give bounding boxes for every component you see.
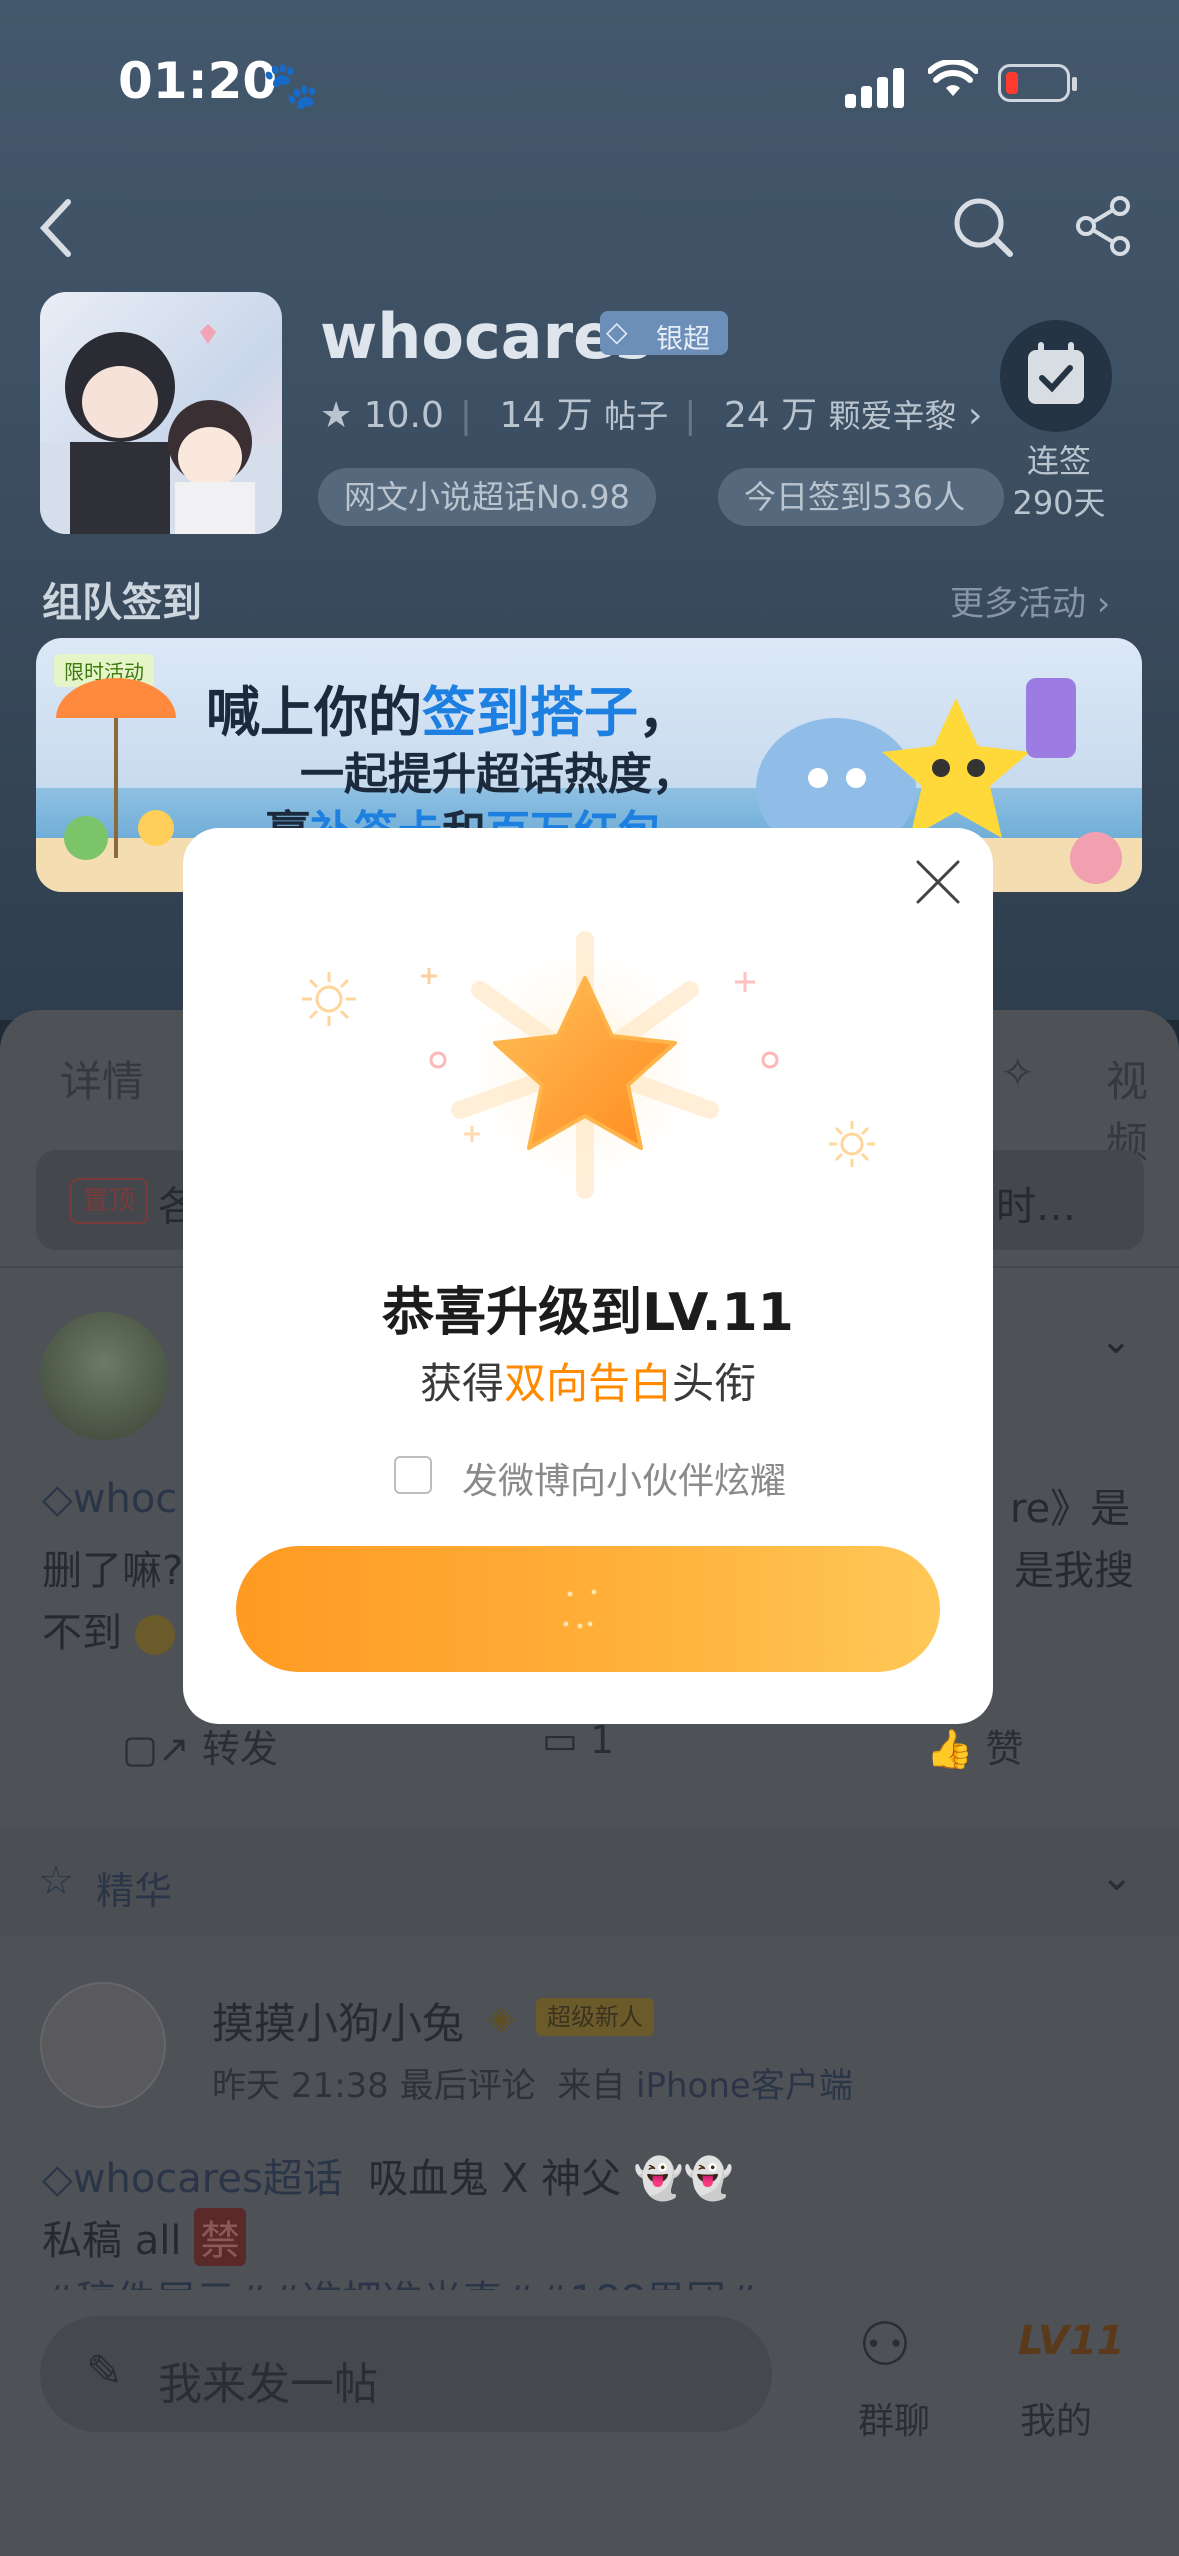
level-badge: ◇ 银超 [600,311,728,355]
user-badge: 超级新人 [536,1998,654,2036]
post-text-2-left: 删了嘛? [42,1548,184,1594]
mine-label[interactable]: 我的 [1020,2392,1092,2444]
paw-icon: 🐾 [262,58,320,112]
diamond-icon: ◇ [606,315,628,348]
post-text-1-right: re》是 [1010,1486,1131,1532]
sparkle-icon [826,1118,878,1170]
rating-value: 10.0 [363,395,444,436]
post2-text: ◇whocares超话 吸血鬼 X 神父 👻👻 [42,2156,734,2202]
thumbs-up-icon: 👍 [926,1727,974,1771]
more-activities-link[interactable]: 更多活动 › [950,576,1110,625]
share-icon[interactable] [1074,196,1134,256]
post2-line2: 私稿 all 禁 [42,2208,247,2266]
post-text-topic: ◇whoc [42,1476,178,1522]
status-time: 01:20 [118,52,278,110]
rank-chip[interactable]: 网文小说超话No.98 [318,468,656,526]
pencil-icon: ✎ [86,2346,123,2397]
cellular-signal-icon [845,64,905,108]
wifi-icon [927,58,979,104]
profile-level-icon[interactable]: LV11 [1018,2318,1125,2364]
calendar-check-icon [1028,342,1084,404]
compose-post-input[interactable] [40,2316,772,2432]
post-meta: 昨天 21:38 最后评论 来自 iPhone客户端 [212,2066,853,2106]
chevron-down-icon[interactable]: ⌄ [1100,1318,1132,1362]
post-author[interactable]: 摸摸小狗小兔 [212,1990,464,2051]
level-up-title: 恭喜升级到LV.11 [382,1283,794,1343]
checkin-button[interactable] [1000,320,1112,432]
tab-details[interactable]: 详情 [60,1048,144,1109]
group-chat-label[interactable]: 群聊 [858,2392,930,2444]
fans-label[interactable]: 颗爱辛黎 [829,397,957,435]
checkin-count-chip[interactable]: 今日签到536人 [718,468,1004,526]
post-text-2-right: 是我搜 [1014,1548,1134,1594]
avatar[interactable] [40,1312,168,1440]
repost-button[interactable]: ▢↗ 转发 [122,1718,278,1773]
emoji-icon [134,1615,175,1655]
close-icon[interactable] [914,858,962,906]
search-icon[interactable] [952,196,1014,258]
loading-spinner-icon [560,1584,620,1634]
battery-tip [1072,77,1077,91]
chevron-down-icon[interactable]: ⌄ [1100,1854,1134,1900]
essence-label: 精华 [96,1869,173,1913]
checkin-streak: 连签 290天 [1012,442,1106,522]
comment-button[interactable]: ▭ 1 [542,1718,614,1762]
post2-hashtags[interactable]: #稿件展示##准把准光真##188男团# [42,2268,759,2292]
pinned-text-right: 时… [996,1184,1076,1230]
pinned-tag: 置顶 [70,1178,148,1224]
tab-shop-icon[interactable]: ✧ [1000,1048,1035,1097]
share-checkbox[interactable] [394,1456,432,1494]
fans-count: 24 万 [723,395,818,436]
posts-count: 14 万 [499,395,593,436]
post-text-3-left: 不到 [42,1600,175,1658]
star-icon: ★ [320,395,353,436]
vip-diamond-icon: ◈ [488,1998,515,2038]
umbrella-illustration [56,678,176,860]
edit-icon: ▢↗ [122,1727,190,1771]
star-outline-icon: ☆ [38,1858,74,1904]
team-checkin-title: 组队签到 [42,580,202,626]
comment-icon: ▭ [542,1718,578,1762]
chevron-right-icon: › [968,395,983,436]
like-button[interactable]: 👍 赞 [926,1718,1023,1773]
group-chat-icon[interactable]: ⚇ [858,2310,912,2380]
back-icon[interactable] [34,196,82,260]
share-checkbox-label[interactable]: 发微博向小伙伴炫耀 [462,1452,786,1504]
avatar[interactable] [40,1982,166,2108]
banner-headline-2: 一起提升超话热度， [300,749,696,800]
topic-stats: ★ 10.0 | 14 万 帖子 | 24 万 颗爱辛黎 › [320,395,983,436]
battery-level [1006,72,1018,94]
posts-label: 帖子 [604,397,669,435]
sparkle-icon [298,968,360,1030]
banner-headline-1: 喊上你的签到搭子， [206,681,692,744]
essence-section[interactable]: ☆ 精华 ⌄ [0,1828,1179,1936]
compose-placeholder: 我来发一帖 [158,2359,378,2410]
topic-cover-image[interactable] [40,292,282,534]
star-illustration [390,920,780,1210]
title-award-text: 获得双向告白头衔 [419,1359,757,1408]
